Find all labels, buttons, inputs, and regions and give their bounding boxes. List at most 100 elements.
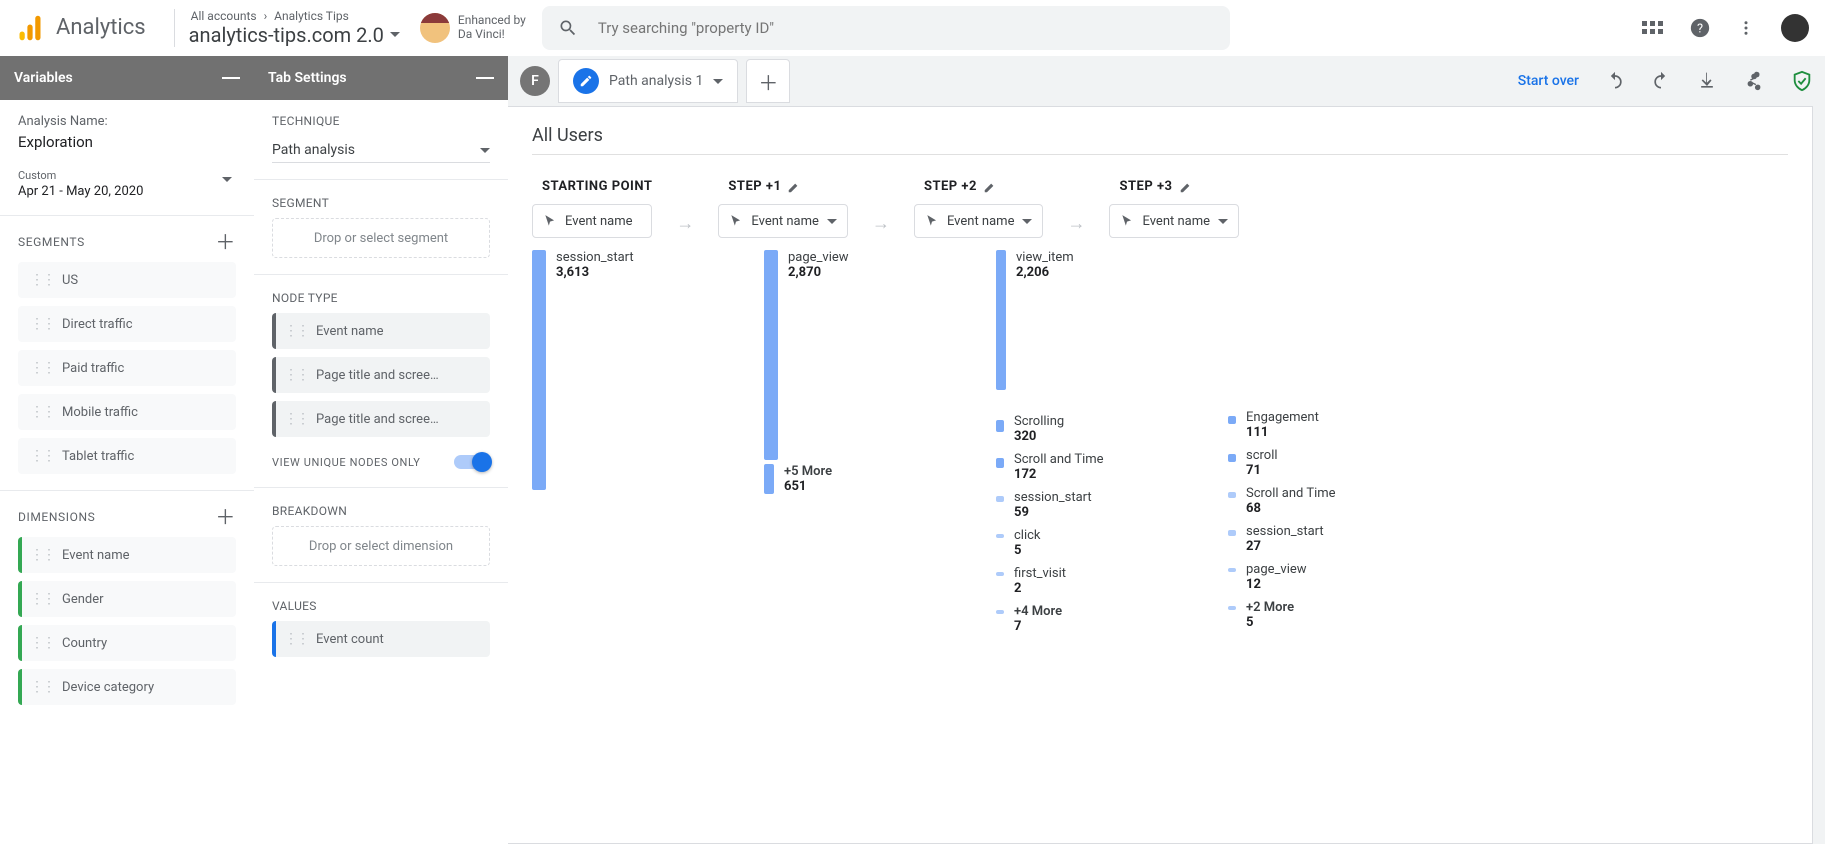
add-dimension-button[interactable]: ＋ <box>215 507 236 527</box>
arrow-right-icon: → <box>1067 213 1085 234</box>
path-column: Engagement111 scroll71 Scroll and Time68 se… <box>1228 250 1408 638</box>
node-value: 71 <box>1246 463 1278 478</box>
pencil-icon[interactable] <box>983 180 997 194</box>
node-value: 12 <box>1246 577 1307 592</box>
path-node[interactable]: scroll71 <box>1228 448 1408 482</box>
segment-chip[interactable]: ⋮⋮Mobile traffic <box>18 394 236 430</box>
arrow-right-icon: → <box>676 213 694 234</box>
chip-label: US <box>62 273 78 288</box>
path-node[interactable]: page_view12 <box>1228 562 1408 596</box>
node-bar <box>764 464 774 494</box>
step1-node-selector[interactable]: Event name <box>718 204 848 238</box>
pencil-icon[interactable] <box>1179 180 1193 194</box>
nodetype-chip[interactable]: ⋮⋮Page title and scree… <box>272 401 490 437</box>
add-tab-button[interactable]: ＋ <box>746 59 790 103</box>
caret-down-icon[interactable] <box>713 79 723 84</box>
nodetype-chip[interactable]: ⋮⋮Page title and scree… <box>272 357 490 393</box>
analysis-name-label: Analysis Name: <box>18 114 236 129</box>
more-link[interactable]: +4 More <box>1014 604 1062 619</box>
nodetype-chip[interactable]: ⋮⋮Event name <box>272 313 490 349</box>
path-node[interactable]: +2 More5 <box>1228 600 1408 634</box>
path-node[interactable]: Scrolling320 <box>996 414 1176 448</box>
path-node[interactable]: session_start59 <box>996 490 1176 524</box>
profile-avatar[interactable] <box>1781 14 1809 42</box>
insights-shield-icon[interactable] <box>1791 70 1813 92</box>
value-chip[interactable]: ⋮⋮ Event count <box>272 621 490 657</box>
node-label: Scroll and Time <box>1246 486 1336 501</box>
account-selector[interactable]: All accounts › Analytics Tips analytics-… <box>189 9 400 47</box>
node-value: 172 <box>1014 467 1104 482</box>
path-node[interactable]: +4 More7 <box>996 604 1176 638</box>
separator <box>254 274 508 275</box>
dimension-chip[interactable]: ⋮⋮Gender <box>18 581 236 617</box>
segments-heading: SEGMENTS ＋ <box>18 232 236 252</box>
collapse-icon[interactable] <box>222 77 240 79</box>
dimensions-heading: DIMENSIONS ＋ <box>18 507 236 527</box>
more-link[interactable]: +2 More <box>1246 600 1294 615</box>
path-visualization: session_start3,613 page_view2,870 +5 More6… <box>532 250 1788 642</box>
segment-chip[interactable]: ⋮⋮Tablet traffic <box>18 438 236 474</box>
start-over-button[interactable]: Start over <box>1518 73 1579 89</box>
path-node[interactable]: +5 More651 <box>764 464 944 498</box>
node-selector-label: Event name <box>947 214 1015 229</box>
path-node[interactable]: view_item2,206 <box>996 250 1176 390</box>
node-bar <box>764 250 778 460</box>
undo-icon[interactable] <box>1605 71 1625 91</box>
start-node-selector[interactable]: Event name <box>532 204 652 238</box>
path-node[interactable]: first_visit2 <box>996 566 1176 600</box>
unique-nodes-toggle[interactable] <box>454 455 490 469</box>
more-link[interactable]: +5 More <box>784 464 832 479</box>
node-value: 651 <box>784 479 832 494</box>
search-box[interactable] <box>542 6 1230 50</box>
technique-select[interactable]: Path analysis <box>272 136 490 163</box>
dimension-chip[interactable]: ⋮⋮Event name <box>18 537 236 573</box>
path-node[interactable]: Engagement111 <box>1228 410 1408 444</box>
analytics-logo-icon <box>16 14 44 42</box>
step3-node-selector[interactable]: Event name <box>1109 204 1239 238</box>
collapse-icon[interactable] <box>476 77 494 79</box>
dimension-chip[interactable]: ⋮⋮Country <box>18 625 236 661</box>
redo-icon[interactable] <box>1651 71 1671 91</box>
node-text: scroll71 <box>1246 448 1278 482</box>
pencil-icon[interactable] <box>787 180 801 194</box>
chip-label: Country <box>62 636 107 651</box>
path-node[interactable]: session_start3,613 <box>532 250 712 490</box>
cursor-icon <box>925 214 939 228</box>
search-input[interactable] <box>598 19 1214 37</box>
node-text: page_view2,870 <box>788 250 849 460</box>
canvas-toolbar: F Path analysis 1 ＋ Start over <box>508 56 1825 106</box>
node-label: page_view <box>788 250 849 265</box>
segment-chip[interactable]: ⋮⋮US <box>18 262 236 298</box>
date-picker[interactable]: Custom Apr 21 - May 20, 2020 <box>18 169 236 199</box>
search-icon <box>558 18 578 38</box>
path-node[interactable]: click5 <box>996 528 1176 562</box>
canvas-tab[interactable]: Path analysis 1 <box>558 59 738 103</box>
path-column: session_start3,613 <box>532 250 712 494</box>
share-icon[interactable] <box>1743 70 1765 92</box>
segment-dropzone[interactable]: Drop or select segment <box>272 218 490 258</box>
step2-node-selector[interactable]: Event name <box>914 204 1044 238</box>
exploration-badge[interactable]: F <box>520 66 550 96</box>
node-bar <box>1228 416 1236 424</box>
download-icon[interactable] <box>1697 71 1717 91</box>
node-text: Scrolling320 <box>1014 414 1064 448</box>
unique-nodes-toggle-row: VIEW UNIQUE NODES ONLY <box>272 455 490 469</box>
apps-icon[interactable] <box>1642 21 1663 34</box>
add-segment-button[interactable]: ＋ <box>215 232 236 252</box>
help-icon[interactable]: ? <box>1689 17 1711 39</box>
more-vert-icon[interactable] <box>1737 19 1755 37</box>
path-node[interactable]: Scroll and Time172 <box>996 452 1176 486</box>
node-label: session_start <box>1014 490 1092 505</box>
segment-chip[interactable]: ⋮⋮Direct traffic <box>18 306 236 342</box>
dimension-chip[interactable]: ⋮⋮Device category <box>18 669 236 705</box>
path-node[interactable]: Scroll and Time68 <box>1228 486 1408 520</box>
path-node[interactable]: session_start27 <box>1228 524 1408 558</box>
analysis-name-input[interactable]: Exploration <box>18 133 236 151</box>
breakdown-dropzone[interactable]: Drop or select dimension <box>272 526 490 566</box>
property-dropdown[interactable]: analytics-tips.com 2.0 <box>189 23 400 47</box>
node-selector-label: Event name <box>751 214 819 229</box>
node-text: +2 More5 <box>1246 600 1294 634</box>
segment-chip[interactable]: ⋮⋮Paid traffic <box>18 350 236 386</box>
node-selector-label: Event name <box>565 214 633 229</box>
path-node[interactable]: page_view2,870 <box>764 250 944 460</box>
